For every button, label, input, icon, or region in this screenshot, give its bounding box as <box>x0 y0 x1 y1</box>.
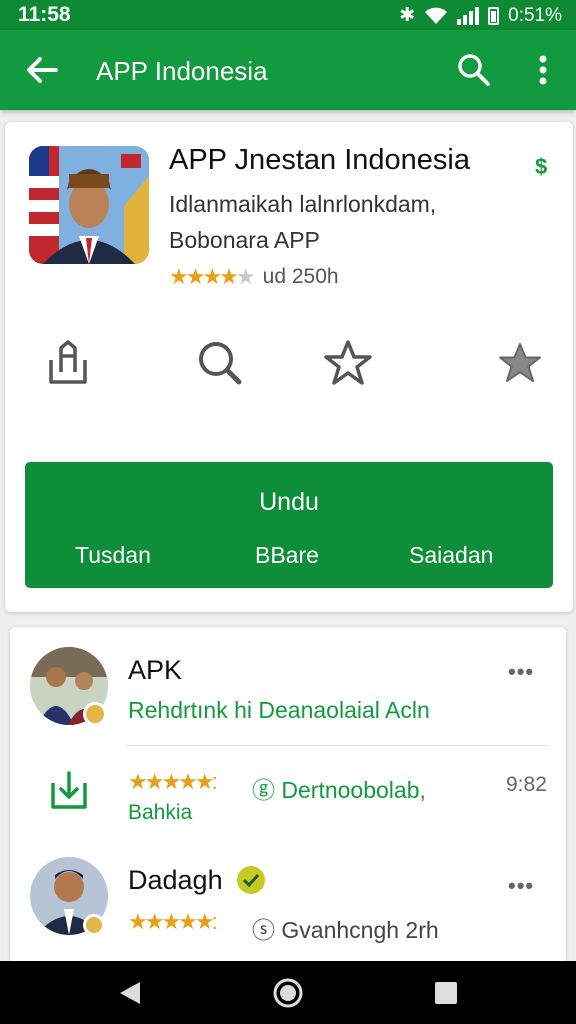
nav-recents-icon[interactable] <box>432 979 460 1007</box>
bluetooth-icon: ✱ <box>399 5 416 26</box>
reviewer-name: APK <box>128 655 183 685</box>
battery-text: 0:51% <box>508 4 562 26</box>
review-meta: ⓖ Dertnoobolab, <box>252 777 426 803</box>
search-icon[interactable] <box>454 50 494 90</box>
app-rating: ★★★★★ ud 250h <box>169 264 339 290</box>
star-outline-icon[interactable] <box>323 338 373 388</box>
app-subtitle-line1: Idlanmaikah lalnrlonkdam, <box>169 191 437 217</box>
download-icon[interactable] <box>48 769 90 811</box>
badge-icon <box>83 702 107 726</box>
install-button-label: Undu <box>259 488 319 516</box>
review-stars: ★★★★★: <box>128 909 218 934</box>
nav-home-icon[interactable] <box>272 977 304 1009</box>
page-title: APP Indonesia <box>96 56 268 86</box>
search-icon[interactable] <box>195 338 245 388</box>
review-stars: ★★★★★: <box>128 769 218 794</box>
arrow-back-icon[interactable] <box>22 50 62 90</box>
status-bar: 11:58 ✱ 0:51% <box>0 0 576 30</box>
battery-icon <box>488 6 500 25</box>
app-bar: APP Indonesia <box>0 30 576 110</box>
divider <box>126 745 548 746</box>
signal-icon <box>457 6 480 25</box>
verified-badge-icon <box>237 866 265 894</box>
more-horizontal-icon[interactable]: ••• <box>508 659 534 685</box>
rating-stars: ★★★★★ <box>169 264 256 289</box>
review-meta: ⓢ Gvanhcngh 2rh <box>252 917 439 943</box>
review-text: Rehdrtınk hi Deanaolaial Acln <box>128 697 430 723</box>
review-time: 9:82 <box>506 773 547 796</box>
app-details-card: APP Jnestan Indonesia $ Idlanmaikah laln… <box>5 122 573 612</box>
star-filled-icon[interactable] <box>495 338 545 388</box>
review-meta-line2: Bahkia <box>128 801 193 824</box>
more-horizontal-icon[interactable]: ••• <box>508 873 534 899</box>
share-icon[interactable] <box>43 338 93 388</box>
badge-icon <box>83 914 105 936</box>
app-subtitle-line2: Bobonara APP <box>169 227 320 253</box>
reviewer-name: Dadagh <box>128 865 223 895</box>
app-icon[interactable] <box>29 146 149 264</box>
wifi-icon <box>425 7 448 24</box>
navigation-bar <box>0 961 576 1024</box>
price-symbol: $ <box>535 154 548 179</box>
reviews-card: APK ••• Rehdrtınk hi Deanaolaial Acln ★★… <box>10 627 566 967</box>
app-title: APP Jnestan Indonesia <box>169 144 470 176</box>
rating-text: ud 250h <box>262 265 339 288</box>
app-subtitle: Idlanmaikah lalnrlonkdam, Bobonara APP <box>169 186 436 258</box>
status-time: 11:58 <box>18 3 71 26</box>
install-option-1[interactable]: Tusdan <box>75 542 151 569</box>
install-button[interactable]: Undu Tusdan BBare Saiadan <box>25 462 553 588</box>
install-option-2[interactable]: BBare <box>255 542 319 569</box>
install-option-3[interactable]: Saiadan <box>409 542 493 569</box>
nav-back-icon[interactable] <box>116 979 144 1007</box>
more-vertical-icon[interactable] <box>528 50 558 90</box>
